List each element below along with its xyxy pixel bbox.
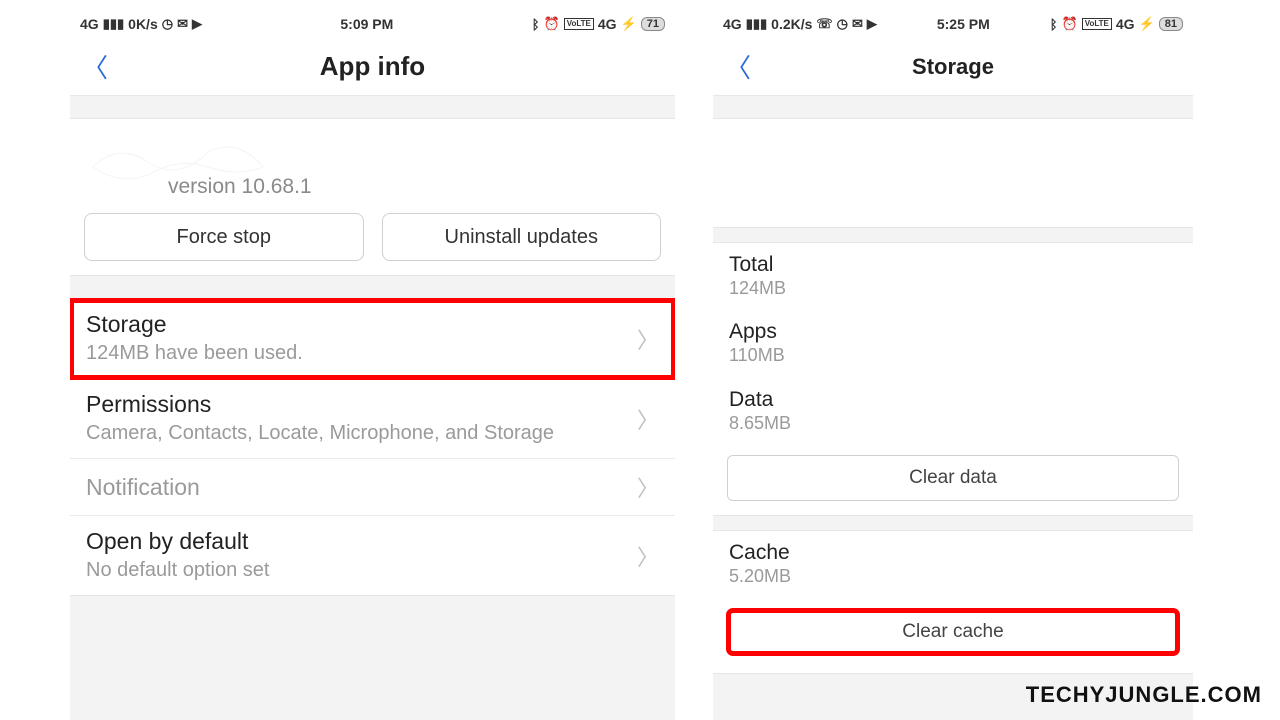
network-4g: 4G xyxy=(598,16,617,32)
storage-row[interactable]: Storage 124MB have been used. 〉 xyxy=(70,299,675,379)
data-speed: 0.2K/s xyxy=(771,16,812,32)
data-row: Data 8.65MB xyxy=(713,378,1193,445)
chevron-right-icon: 〉 xyxy=(637,540,659,572)
total-row: Total 124MB xyxy=(713,243,1193,310)
signal-icon: ▮▮▮ xyxy=(103,16,124,32)
play-icon: ▶ xyxy=(192,16,202,32)
app-header-blank xyxy=(713,118,1193,228)
force-stop-button[interactable]: Force stop xyxy=(84,213,364,261)
open-default-title: Open by default xyxy=(86,528,637,555)
page-title: App info xyxy=(120,51,675,82)
clear-data-button[interactable]: Clear data xyxy=(727,455,1179,501)
page-title: Storage xyxy=(763,54,1193,80)
app-version: version 10.68.1 xyxy=(168,175,661,199)
permissions-title: Permissions xyxy=(86,391,637,418)
battery-level: 71 xyxy=(641,17,665,31)
whatsapp-icon: ☏ xyxy=(816,16,832,32)
status-bar: 4G ▮▮▮ 0K/s ◷ ✉ ▶ 5:09 PM ᛒ ⏰ VoLTE 4G ⚡… xyxy=(70,10,675,38)
chevron-right-icon: 〉 xyxy=(637,403,659,435)
clock: 5:25 PM xyxy=(937,16,990,32)
watermark: TECHYJUNGLE.COM xyxy=(1026,682,1262,708)
screen-app-info: 4G ▮▮▮ 0K/s ◷ ✉ ▶ 5:09 PM ᛒ ⏰ VoLTE 4G ⚡… xyxy=(70,10,675,720)
play-icon: ▶ xyxy=(867,16,877,32)
chevron-right-icon: 〉 xyxy=(637,471,659,503)
app-name-redacted xyxy=(723,129,883,184)
notification-title: Notification xyxy=(86,474,637,501)
cache-section: Cache 5.20MB Clear cache xyxy=(713,530,1193,673)
mail-icon: ✉ xyxy=(852,16,863,32)
open-default-subtitle: No default option set xyxy=(86,557,637,583)
volte-icon: VoLTE xyxy=(1082,18,1112,30)
permissions-row[interactable]: Permissions Camera, Contacts, Locate, Mi… xyxy=(70,379,675,459)
network-label: 4G xyxy=(723,16,742,32)
header: 〈 App info xyxy=(70,38,675,96)
status-bar: 4G ▮▮▮ 0.2K/s ☏ ◷ ✉ ▶ 5:25 PM ᛒ ⏰ VoLTE … xyxy=(713,10,1193,38)
storage-subtitle: 124MB have been used. xyxy=(86,340,637,366)
apps-label: Apps xyxy=(729,320,1177,344)
settings-list: Storage 124MB have been used. 〉 Permissi… xyxy=(70,298,675,596)
chevron-right-icon: 〉 xyxy=(637,323,659,355)
cache-label: Cache xyxy=(729,541,1177,565)
compass-icon: ◷ xyxy=(837,16,848,32)
bluetooth-icon: ᛒ xyxy=(1050,17,1058,32)
storage-breakdown: Total 124MB Apps 110MB Data 8.65MB Clear… xyxy=(713,242,1193,516)
apps-row: Apps 110MB xyxy=(713,310,1193,377)
network-4g: 4G xyxy=(1116,16,1135,32)
mail-icon: ✉ xyxy=(177,16,188,32)
cache-value: 5.20MB xyxy=(729,565,1177,588)
notification-row[interactable]: Notification 〉 xyxy=(70,459,675,516)
cache-row: Cache 5.20MB xyxy=(713,531,1193,598)
storage-title: Storage xyxy=(86,311,637,338)
header: 〈 Storage xyxy=(713,38,1193,96)
data-speed: 0K/s xyxy=(128,16,158,32)
data-value: 8.65MB xyxy=(729,412,1177,435)
clock: 5:09 PM xyxy=(340,16,393,32)
battery-level: 81 xyxy=(1159,17,1183,31)
back-button[interactable]: 〈 xyxy=(713,48,763,85)
charging-icon: ⚡ xyxy=(1139,16,1155,32)
data-label: Data xyxy=(729,388,1177,412)
network-label: 4G xyxy=(80,16,99,32)
permissions-subtitle: Camera, Contacts, Locate, Microphone, an… xyxy=(86,420,637,446)
app-header-card: version 10.68.1 Force stop Uninstall upd… xyxy=(70,118,675,276)
back-button[interactable]: 〈 xyxy=(70,48,120,85)
apps-value: 110MB xyxy=(729,344,1177,367)
volte-icon: VoLTE xyxy=(564,18,594,30)
total-label: Total xyxy=(729,253,1177,277)
clear-cache-button[interactable]: Clear cache xyxy=(727,609,1179,655)
signal-icon: ▮▮▮ xyxy=(746,16,767,32)
alarm-icon: ⏰ xyxy=(544,16,560,32)
charging-icon: ⚡ xyxy=(621,16,637,32)
total-value: 124MB xyxy=(729,277,1177,300)
screen-storage: 4G ▮▮▮ 0.2K/s ☏ ◷ ✉ ▶ 5:25 PM ᛒ ⏰ VoLTE … xyxy=(713,10,1193,720)
compass-icon: ◷ xyxy=(162,16,173,32)
alarm-icon: ⏰ xyxy=(1062,16,1078,32)
uninstall-updates-button[interactable]: Uninstall updates xyxy=(382,213,662,261)
bluetooth-icon: ᛒ xyxy=(532,17,540,32)
open-by-default-row[interactable]: Open by default No default option set 〉 xyxy=(70,516,675,595)
